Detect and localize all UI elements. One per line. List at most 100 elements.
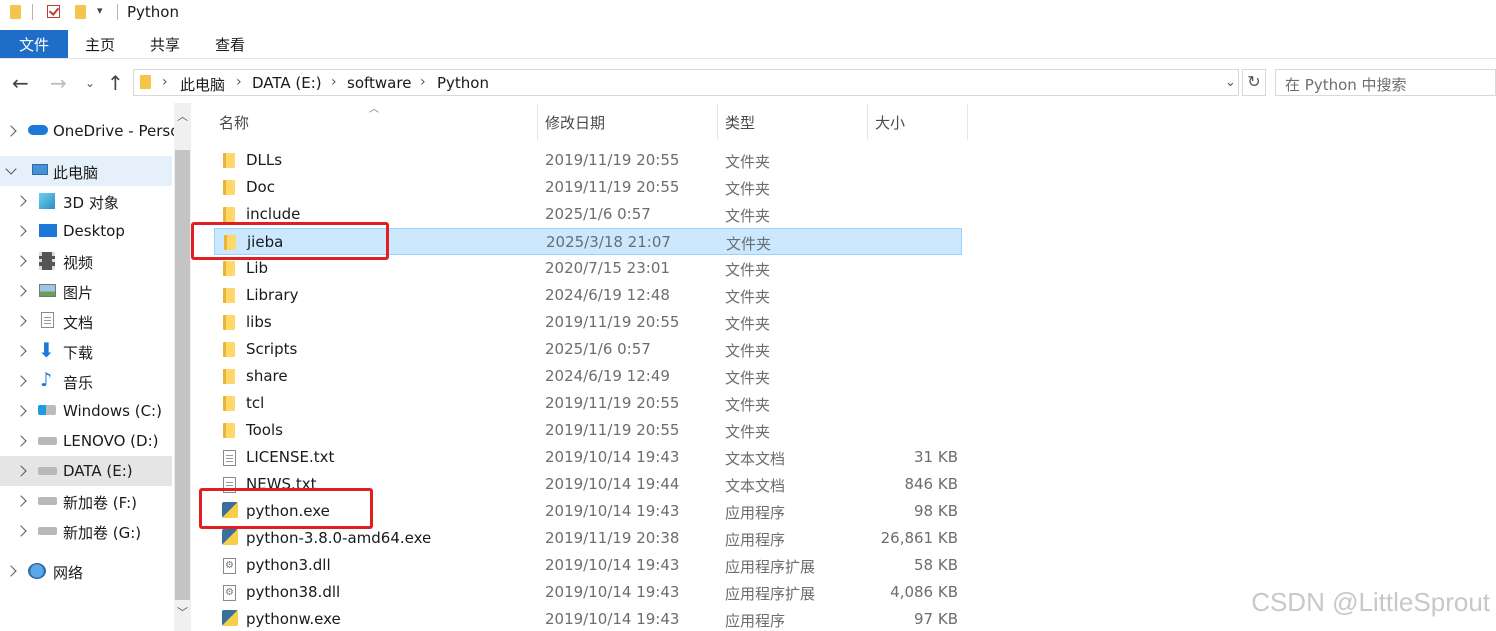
watermark: CSDN @LittleSprout: [1251, 587, 1490, 617]
file-row-python3-dll[interactable]: python3.dll 2019/10/14 19:43 应用程序扩展 58 K…: [214, 552, 962, 579]
address-dropdown-chevron-icon[interactable]: ⌄: [1225, 75, 1236, 90]
expand-chevron-icon[interactable]: [15, 375, 27, 387]
column-header-type[interactable]: 类型: [725, 112, 755, 133]
expand-chevron-icon[interactable]: [15, 435, 27, 447]
breadcrumb-chevron-icon[interactable]: ›: [331, 74, 337, 90]
breadcrumb-software[interactable]: software: [347, 74, 411, 92]
nav-item-windows-c[interactable]: Windows (C:): [0, 396, 172, 426]
nav-scrollbar-thumb[interactable]: [175, 150, 190, 600]
forward-arrow-icon[interactable]: →: [50, 73, 67, 93]
file-size: 4,086 KB: [890, 583, 958, 601]
file-row-license-txt[interactable]: LICENSE.txt 2019/10/14 19:43 文本文档 31 KB: [214, 444, 962, 471]
music-note-icon: ♪: [40, 369, 53, 391]
column-header-size[interactable]: 大小: [875, 112, 905, 133]
file-date: 2019/11/19 20:55: [545, 394, 680, 412]
nav-item-documents[interactable]: 文档: [0, 306, 172, 336]
file-row-library[interactable]: Library 2024/6/19 12:48 文件夹: [214, 282, 962, 309]
file-row-libs[interactable]: libs 2019/11/19 20:55 文件夹: [214, 309, 962, 336]
cube-icon: [39, 193, 55, 209]
breadcrumb-chevron-icon[interactable]: ›: [162, 74, 168, 90]
nav-item-desktop[interactable]: Desktop: [0, 216, 172, 246]
expand-chevron-icon[interactable]: [15, 495, 27, 507]
nav-item-new-volume-f[interactable]: 新加卷 (F:): [0, 486, 172, 516]
nav-label: Windows (C:): [63, 402, 162, 420]
file-date: 2019/10/14 19:43: [545, 502, 680, 520]
file-type: 文件夹: [725, 288, 771, 306]
nav-item-new-volume-g[interactable]: 新加卷 (G:): [0, 516, 172, 546]
breadcrumb-chevron-icon[interactable]: ›: [420, 74, 426, 90]
picture-icon: [39, 284, 56, 297]
breadcrumb-this-pc[interactable]: 此电脑: [180, 74, 225, 95]
breadcrumb-python[interactable]: Python: [437, 74, 489, 92]
expand-chevron-icon[interactable]: [15, 405, 27, 417]
collapse-chevron-icon[interactable]: [5, 163, 17, 175]
file-row-tcl[interactable]: tcl 2019/11/19 20:55 文件夹: [214, 390, 962, 417]
up-arrow-icon[interactable]: ↑: [107, 73, 124, 93]
expand-chevron-icon[interactable]: [15, 345, 27, 357]
nav-item-lenovo-d[interactable]: LENOVO (D:): [0, 426, 172, 456]
file-size: 98 KB: [914, 502, 958, 520]
column-header-name[interactable]: 名称: [219, 112, 249, 133]
expand-chevron-icon[interactable]: [15, 315, 27, 327]
nav-item-network[interactable]: 网络: [0, 556, 172, 586]
refresh-icon[interactable]: ↻: [1242, 69, 1266, 96]
file-row-python38-dll[interactable]: python38.dll 2019/10/14 19:43 应用程序扩展 4,0…: [214, 579, 962, 606]
expand-chevron-icon[interactable]: [5, 565, 17, 577]
back-arrow-icon[interactable]: ←: [12, 73, 29, 93]
folder-icon[interactable]: [10, 5, 21, 19]
column-divider[interactable]: [867, 104, 868, 140]
divider: [32, 4, 33, 20]
column-divider[interactable]: [967, 104, 968, 140]
file-type: 文件夹: [725, 423, 771, 441]
nav-item-this-pc[interactable]: 此电脑: [0, 156, 172, 186]
recent-locations-chevron-icon[interactable]: ⌄: [85, 76, 95, 90]
expand-chevron-icon[interactable]: [15, 285, 27, 297]
file-row-pythonw-exe[interactable]: pythonw.exe 2019/10/14 19:43 应用程序 97 KB: [214, 606, 962, 631]
nav-item-onedrive[interactable]: OneDrive - Perso: [0, 116, 179, 146]
nav-label: 新加卷 (F:): [63, 494, 137, 512]
file-row-dlls[interactable]: DLLs 2019/11/19 20:55 文件夹: [214, 147, 962, 174]
nav-item-pictures[interactable]: 图片: [0, 276, 172, 306]
python-icon: [222, 610, 238, 626]
scroll-up-chevron-icon[interactable]: ︿: [177, 108, 188, 124]
nav-item-data-e[interactable]: DATA (E:): [0, 456, 172, 486]
file-row-share[interactable]: share 2024/6/19 12:49 文件夹: [214, 363, 962, 390]
expand-chevron-icon[interactable]: [15, 255, 27, 267]
tab-file[interactable]: 文件: [0, 30, 68, 58]
new-folder-icon[interactable]: [75, 5, 86, 19]
windows-drive-icon: [38, 405, 56, 415]
highlight-box-jieba: [191, 222, 389, 260]
file-row-doc[interactable]: Doc 2019/11/19 20:55 文件夹: [214, 174, 962, 201]
nav-item-videos[interactable]: 视频: [0, 246, 172, 276]
file-date: 2025/1/6 0:57: [545, 340, 651, 358]
tab-home[interactable]: 主页: [85, 30, 115, 58]
expand-chevron-icon[interactable]: [15, 195, 27, 207]
column-header-date[interactable]: 修改日期: [545, 112, 605, 133]
folder-icon: [223, 180, 235, 195]
column-divider[interactable]: [537, 104, 538, 140]
tab-view[interactable]: 查看: [215, 30, 245, 58]
customize-qat-icon[interactable]: ▾: [97, 4, 103, 17]
folder-icon: [223, 207, 235, 222]
file-row-tools[interactable]: Tools 2019/11/19 20:55 文件夹: [214, 417, 962, 444]
file-row-scripts[interactable]: Scripts 2025/1/6 0:57 文件夹: [214, 336, 962, 363]
column-divider[interactable]: [717, 104, 718, 140]
expand-chevron-icon[interactable]: [15, 225, 27, 237]
file-row-python-installer[interactable]: python-3.8.0-amd64.exe 2019/11/19 20:38 …: [214, 525, 962, 552]
scroll-down-chevron-icon[interactable]: ﹀: [177, 604, 188, 620]
search-input[interactable]: 在 Python 中搜索: [1275, 69, 1496, 96]
file-type: 文件夹: [726, 235, 772, 253]
expand-chevron-icon[interactable]: [5, 125, 17, 137]
nav-item-3d-objects[interactable]: 3D 对象: [0, 186, 172, 216]
expand-chevron-icon[interactable]: [15, 465, 27, 477]
properties-check-icon[interactable]: [47, 5, 60, 18]
nav-item-music[interactable]: ♪ 音乐: [0, 366, 172, 396]
folder-icon: [223, 261, 235, 276]
document-icon: [41, 312, 54, 328]
tab-share[interactable]: 共享: [150, 30, 180, 58]
nav-item-downloads[interactable]: ⬇ 下载: [0, 336, 172, 366]
breadcrumb-data-e[interactable]: DATA (E:): [252, 74, 322, 92]
expand-chevron-icon[interactable]: [15, 525, 27, 537]
breadcrumb-chevron-icon[interactable]: ›: [236, 74, 242, 90]
file-date: 2019/10/14 19:44: [545, 475, 680, 493]
